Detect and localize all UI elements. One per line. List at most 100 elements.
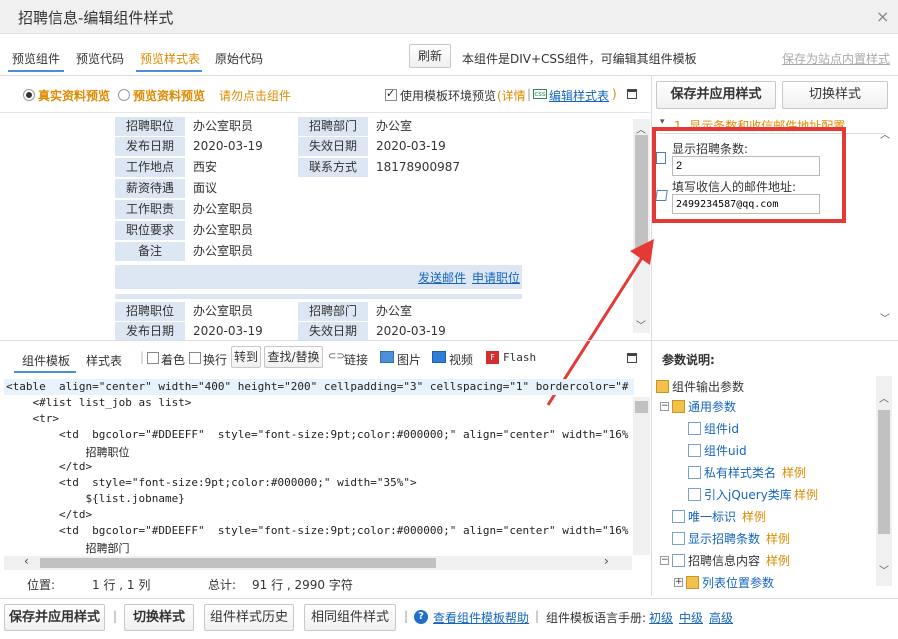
tree-node[interactable]: 组件输出参数 [672, 378, 744, 395]
params-title: 参数说明: [662, 353, 715, 367]
job1-label: 备注 [115, 242, 185, 261]
find-replace-button[interactable]: 查找/替换 [264, 346, 323, 368]
collapse-icon[interactable]: − [660, 402, 669, 411]
help-link[interactable]: 查看组件模板帮助 [433, 609, 529, 626]
refresh-button[interactable]: 刷新 [409, 44, 451, 68]
switch-style-button[interactable]: 切换样式 [782, 81, 888, 109]
job2-label: 招聘职位 [115, 302, 185, 321]
code-line: <td bgcolor="#DDEEFF" style="font-size:9… [6, 428, 629, 441]
job1-label: 职位要求 [115, 221, 185, 240]
tree-node[interactable]: 列表位置参数 [702, 574, 774, 591]
scroll-thumb[interactable] [878, 410, 890, 534]
send-mail-link[interactable]: 发送邮件 [418, 269, 466, 286]
tab-source-code[interactable]: 原始代码 [215, 50, 263, 67]
code-line: <tr> [6, 412, 59, 425]
image-button[interactable]: 图片 [397, 351, 421, 368]
example-link[interactable]: 样例 [766, 530, 790, 547]
job1-label: 工作地点 [115, 158, 185, 177]
position-value: 1 行 , 1 列 [92, 578, 151, 592]
scroll-right-icon[interactable]: › [604, 554, 609, 568]
goto-button[interactable]: 转到 [231, 346, 261, 368]
tree-node[interactable]: 招聘信息内容 [688, 552, 760, 569]
example-link[interactable]: 样例 [742, 508, 766, 525]
scroll-up-icon[interactable]: ︿ [880, 126, 890, 141]
job-card-1: 招聘职位 办公室职员 招聘部门 办公室 发布日期 2020-03-19 失效日期… [115, 117, 522, 299]
save-site-link[interactable]: 保存为站点内置样式 [782, 50, 890, 67]
tree-node[interactable]: 私有样式类名 [704, 464, 776, 481]
total-value: 91 行 , 2990 字符 [252, 578, 353, 592]
tab-stylesheet[interactable]: 样式表 [86, 352, 122, 369]
notice-text: 本组件是DIV+CSS组件，可编辑其组件模板 [462, 52, 697, 66]
job1-value: 办公室职员 [189, 221, 522, 240]
radio-sample-data[interactable] [118, 89, 130, 101]
flash-button[interactable]: Flash [503, 351, 536, 364]
apply-job-link[interactable]: 申请职位 [472, 269, 520, 286]
use-env-checkbox[interactable] [385, 87, 397, 101]
example-link[interactable]: 样例 [766, 552, 790, 569]
tab-preview-code[interactable]: 预览代码 [76, 50, 124, 67]
manual-primary-link[interactable]: 初级 [649, 609, 673, 626]
radio-real-data[interactable] [23, 89, 35, 101]
tree-node[interactable]: 通用参数 [688, 398, 736, 415]
close-icon[interactable]: × [876, 7, 889, 26]
code-line: <td bgcolor="#DDEEFF" style="font-size:9… [6, 524, 629, 537]
scroll-up-icon[interactable]: ︿ [636, 121, 646, 136]
manual-label: 组件模板语言手册: [546, 611, 647, 625]
flash-icon: F [486, 351, 499, 364]
scroll-up-icon[interactable]: ︿ [879, 390, 889, 405]
job2-value: 办公室职员 [189, 302, 297, 321]
job1-value: 2020-03-19 [189, 137, 297, 156]
color-checkbox[interactable] [147, 352, 159, 364]
css-icon: css [533, 89, 547, 99]
highlight-box [652, 127, 846, 223]
position-label: 位置: [27, 578, 56, 592]
scroll-thumb[interactable] [635, 401, 648, 413]
code-hscrollbar[interactable]: ‹ › [4, 554, 632, 570]
maximize-icon[interactable] [627, 89, 637, 99]
job1-footer-bar [115, 294, 522, 299]
scroll-thumb[interactable] [40, 558, 436, 568]
wrap-checkbox[interactable] [189, 352, 201, 364]
tab-template[interactable]: 组件模板 [22, 352, 70, 369]
style-history-button[interactable]: 组件样式历史 [204, 604, 294, 631]
video-button[interactable]: 视频 [449, 351, 473, 368]
job2-label: 招聘部门 [298, 302, 368, 321]
separator: | [535, 609, 540, 623]
detail-link[interactable]: (详情 [497, 87, 526, 104]
expand-icon[interactable]: + [674, 578, 683, 587]
edit-css-link[interactable]: 编辑样式表 [549, 87, 609, 104]
same-style-button[interactable]: 相同组件样式 [304, 604, 396, 631]
job2-value: 办公室 [372, 302, 522, 321]
job2-value: 2020-03-19 [189, 322, 297, 340]
separator: | [404, 609, 409, 623]
document-icon [672, 510, 685, 523]
params-scrollbar[interactable]: ︿ ﹀ [876, 376, 892, 586]
maximize-icon[interactable] [627, 353, 637, 363]
document-icon [688, 488, 701, 501]
config-panel: ▾ 1. 显示条数和收信邮件地址配置 显示招聘条数: 填写收信人的邮件地址: ︿… [652, 112, 898, 340]
tab-underline [8, 70, 64, 72]
example-link[interactable]: 样例 [794, 486, 818, 503]
example-link[interactable]: 样例 [782, 464, 806, 481]
link-button[interactable]: 链接 [344, 351, 368, 368]
manual-middle-link[interactable]: 中级 [679, 609, 703, 626]
tree-node[interactable]: 显示招聘条数 [688, 530, 760, 547]
scroll-left-icon[interactable]: ‹ [24, 554, 29, 568]
tree-node[interactable]: 组件id [704, 420, 739, 437]
code-editor[interactable]: <table align="center" width="400" height… [4, 377, 650, 555]
tree-node[interactable]: 组件uid [704, 442, 747, 459]
scroll-down-icon[interactable]: ﹀ [880, 310, 890, 325]
tab-preview-component[interactable]: 预览组件 [12, 50, 60, 67]
bottom-switch-button[interactable]: 切换样式 [124, 604, 194, 631]
code-vscrollbar[interactable] [633, 397, 650, 555]
bottom-save-apply-button[interactable]: 保存并应用样式 [4, 604, 105, 631]
tree-node[interactable]: 唯一标识 [688, 508, 736, 525]
collapse-icon[interactable]: − [660, 556, 669, 565]
scroll-down-icon[interactable]: ﹀ [879, 562, 889, 577]
tree-node[interactable]: 引入jQuery类库 [704, 486, 792, 503]
separator: | [113, 609, 118, 623]
save-apply-style-button[interactable]: 保存并应用样式 [656, 81, 776, 109]
job1-value: 办公室 [372, 117, 522, 136]
tab-preview-css[interactable]: 预览样式表 [140, 50, 200, 67]
manual-advanced-link[interactable]: 高级 [709, 609, 733, 626]
